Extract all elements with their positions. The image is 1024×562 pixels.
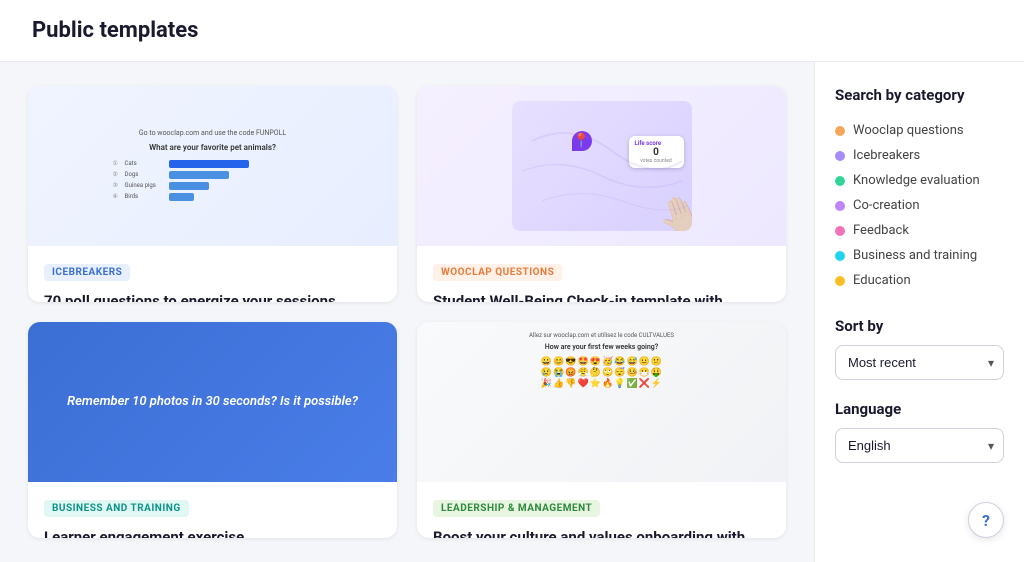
card-preview-leadership: Allez sur wooclap.com et utilisez le cod… bbox=[417, 322, 786, 482]
emoji-4: 🤩 bbox=[578, 357, 589, 367]
emoji-11: 😢 bbox=[541, 368, 552, 378]
emoji-21: 🎉 bbox=[541, 379, 552, 389]
category-label-co-creation: Co-creation bbox=[853, 198, 920, 213]
emoji-28: ✅ bbox=[626, 379, 637, 389]
sidebar-item-business-training[interactable]: Business and training bbox=[835, 243, 1004, 268]
sort-section: Sort by Most recent Most popular Alphabe… bbox=[835, 317, 1004, 380]
sort-select[interactable]: Most recent Most popular Alphabetical bbox=[835, 345, 1004, 380]
category-label-wooclap-questions: Wooclap questions bbox=[853, 123, 964, 138]
emoji-10: 😕 bbox=[651, 357, 662, 367]
emoji-29: ❌ bbox=[639, 379, 650, 389]
emoji-24: ❤️ bbox=[578, 379, 589, 389]
emoji-1: 😀 bbox=[541, 357, 552, 367]
language-select[interactable]: English French Spanish German bbox=[835, 428, 1004, 463]
emoji-2: 😊 bbox=[553, 357, 564, 367]
main-content: Go to wooclap.com and use the code FUNPO… bbox=[0, 62, 814, 562]
language-section: Language English French Spanish German ▾ bbox=[835, 400, 1004, 463]
emoji-19: 😷 bbox=[639, 368, 650, 378]
emoji-7: 😂 bbox=[614, 357, 625, 367]
sidebar-item-education[interactable]: Education bbox=[835, 268, 1004, 293]
emoji-15: 🤔 bbox=[590, 368, 601, 378]
mock-emoji-grid: 😀 😊 😎 🤩 😍 🥳 😂 😅 😐 😕 😢 😭 😡 😤 🤔 🙄 bbox=[541, 357, 662, 389]
card-title-business: Learner engagement exercise bbox=[44, 527, 381, 538]
category-label-business-training: Business and training bbox=[853, 248, 977, 263]
emoji-12: 😭 bbox=[553, 368, 564, 378]
dot-icebreakers bbox=[835, 151, 845, 161]
dot-education bbox=[835, 276, 845, 286]
emoji-6: 🥳 bbox=[602, 357, 613, 367]
category-label-feedback: Feedback bbox=[853, 223, 909, 238]
emoji-20: 🤑 bbox=[651, 368, 662, 378]
emoji-13: 😡 bbox=[565, 368, 576, 378]
emoji-23: 👎 bbox=[565, 379, 576, 389]
emoji-9: 😐 bbox=[639, 357, 650, 367]
card-preview-business-text: Remember 10 photos in 30 seconds? Is it … bbox=[67, 392, 358, 412]
page-title: Public templates bbox=[32, 18, 992, 43]
sort-label: Sort by bbox=[835, 317, 1004, 335]
sort-select-wrapper: Most recent Most popular Alphabetical ▾ bbox=[835, 345, 1004, 380]
emoji-30: ⚡ bbox=[651, 379, 662, 389]
mock-cult-question: How are your first few weeks going? bbox=[545, 343, 658, 351]
emoji-26: 🔥 bbox=[602, 379, 613, 389]
emoji-5: 😍 bbox=[590, 357, 601, 367]
emoji-8: 😅 bbox=[626, 357, 637, 367]
template-card-leadership[interactable]: Allez sur wooclap.com et utilisez le cod… bbox=[417, 322, 786, 538]
dot-co-creation bbox=[835, 201, 845, 211]
mock-poll-header: Go to wooclap.com and use the code FUNPO… bbox=[139, 129, 286, 137]
language-label: Language bbox=[835, 400, 1004, 418]
card-body-icebreakers: ICEBREAKERS 70 poll questions to energiz… bbox=[28, 246, 397, 302]
card-preview-icebreakers: Go to wooclap.com and use the code FUNPO… bbox=[28, 86, 397, 246]
category-label-knowledge-eval: Knowledge evaluation bbox=[853, 173, 980, 188]
sidebar-search-title: Search by category bbox=[835, 86, 1004, 104]
mock-poll-question: What are your favorite pet animals? bbox=[149, 143, 276, 152]
mock-cult-header: Allez sur wooclap.com et utilisez le cod… bbox=[529, 332, 674, 339]
card-body-business: BUSINESS AND TRAINING Learner engagement… bbox=[28, 482, 397, 538]
dot-knowledge-eval bbox=[835, 176, 845, 186]
sidebar-item-co-creation[interactable]: Co-creation bbox=[835, 193, 1004, 218]
category-list: Wooclap questions Icebreakers Knowledge … bbox=[835, 118, 1004, 293]
card-title-leadership: Boost your culture and values onboarding… bbox=[433, 527, 770, 538]
card-title-wooclap: Student Well-Being Check-in template wit… bbox=[433, 291, 770, 302]
sidebar: Search by category Wooclap questions Ice… bbox=[814, 62, 1024, 562]
emoji-27: 💡 bbox=[614, 379, 625, 389]
emoji-16: 🙄 bbox=[602, 368, 613, 378]
map-lines bbox=[512, 101, 692, 231]
template-card-business[interactable]: Remember 10 photos in 30 seconds? Is it … bbox=[28, 322, 397, 538]
category-badge-icebreakers: ICEBREAKERS bbox=[44, 264, 130, 281]
emoji-17: 😴 bbox=[614, 368, 625, 378]
category-badge-leadership: LEADERSHIP & MANAGEMENT bbox=[433, 500, 600, 517]
dot-feedback bbox=[835, 226, 845, 236]
card-body-wooclap: WOOCLAP QUESTIONS Student Well-Being Che… bbox=[417, 246, 786, 302]
mock-map: 📍 Life score 0 votes counted 🤚 bbox=[512, 101, 692, 231]
category-badge-business: BUSINESS AND TRAINING bbox=[44, 500, 189, 517]
sidebar-item-knowledge-eval[interactable]: Knowledge evaluation bbox=[835, 168, 1004, 193]
language-select-wrapper: English French Spanish German ▾ bbox=[835, 428, 1004, 463]
page-body: Go to wooclap.com and use the code FUNPO… bbox=[0, 62, 1024, 562]
category-badge-wooclap: WOOCLAP QUESTIONS bbox=[433, 264, 562, 281]
help-icon: ? bbox=[982, 511, 990, 530]
card-preview-wooclap: 📍 Life score 0 votes counted 🤚 bbox=[417, 86, 786, 246]
page-header: Public templates bbox=[0, 0, 1024, 62]
sidebar-item-icebreakers[interactable]: Icebreakers bbox=[835, 143, 1004, 168]
dot-wooclap-questions bbox=[835, 126, 845, 136]
card-body-leadership: LEADERSHIP & MANAGEMENT Boost your cultu… bbox=[417, 482, 786, 538]
sidebar-item-wooclap-questions[interactable]: Wooclap questions bbox=[835, 118, 1004, 143]
category-label-education: Education bbox=[853, 273, 911, 288]
template-card-icebreakers[interactable]: Go to wooclap.com and use the code FUNPO… bbox=[28, 86, 397, 302]
help-button[interactable]: ? bbox=[968, 502, 1004, 538]
card-preview-business: Remember 10 photos in 30 seconds? Is it … bbox=[28, 322, 397, 482]
emoji-25: ⭐ bbox=[590, 379, 601, 389]
sidebar-item-feedback[interactable]: Feedback bbox=[835, 218, 1004, 243]
template-card-wooclap[interactable]: 📍 Life score 0 votes counted 🤚 WOOCLAP bbox=[417, 86, 786, 302]
dot-business-training bbox=[835, 251, 845, 261]
emoji-22: 👍 bbox=[553, 379, 564, 389]
emoji-18: 🤒 bbox=[626, 368, 637, 378]
emoji-14: 😤 bbox=[578, 368, 589, 378]
card-title-icebreakers: 70 poll questions to energize your sessi… bbox=[44, 291, 381, 302]
category-label-icebreakers: Icebreakers bbox=[853, 148, 920, 163]
mock-poll-bars: ①Cats ②Dogs ③Guinea pigs ④Birds bbox=[113, 160, 313, 204]
emoji-3: 😎 bbox=[565, 357, 576, 367]
